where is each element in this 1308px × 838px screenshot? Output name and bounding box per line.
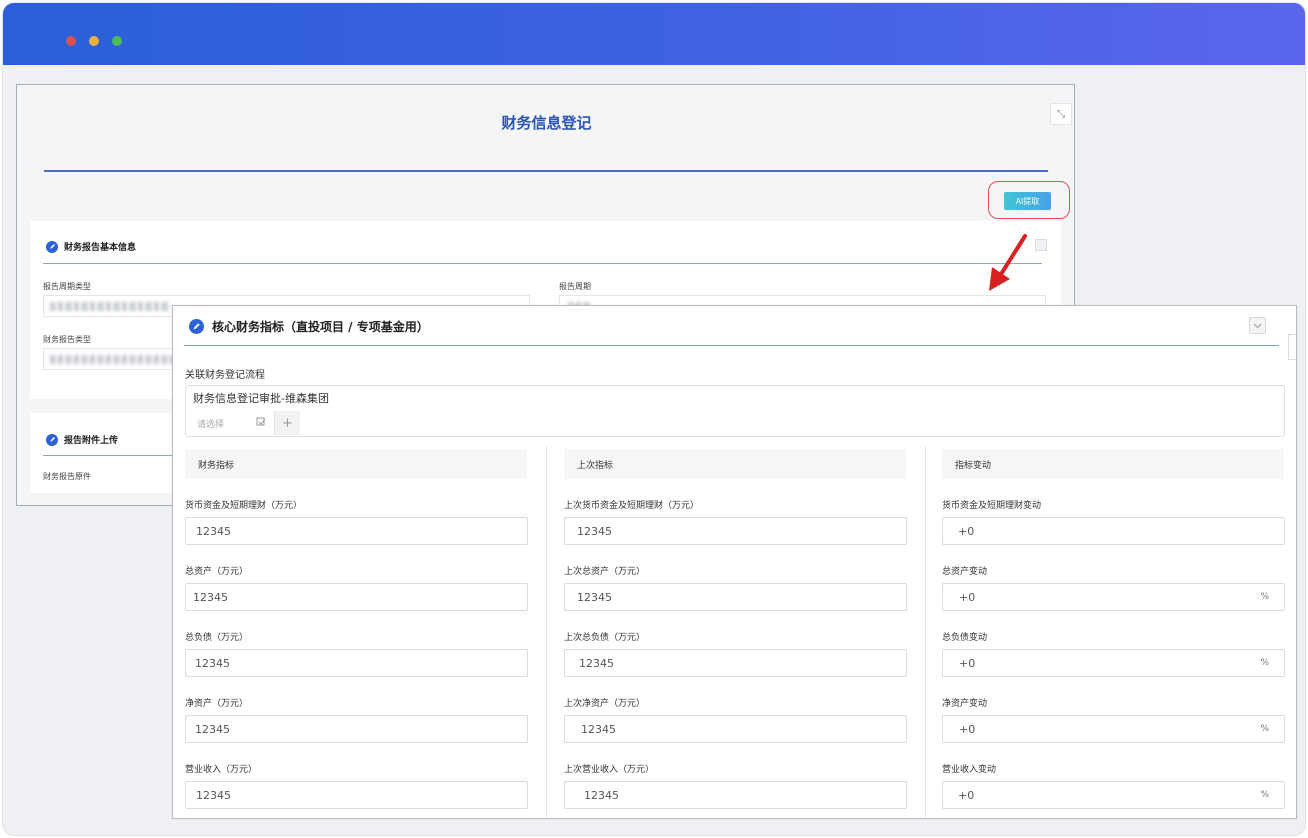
previous-revenue-input[interactable]: 12345: [564, 781, 907, 809]
side-handle[interactable]: [1288, 334, 1296, 360]
change-value: +0: [958, 788, 975, 802]
current-assets-input[interactable]: 12345: [185, 583, 528, 611]
field-label: 货币资金及短期理财（万元）: [185, 501, 303, 511]
panel-heading: 核心财务指标（直投项目 / 专项基金用）: [189, 318, 429, 335]
column-divider: [925, 446, 926, 818]
pen-circle-icon: [189, 319, 204, 334]
field-label: 上次净资产（万元）: [564, 699, 646, 709]
panel-title: 核心财务指标（直投项目 / 专项基金用）: [212, 320, 429, 334]
select-icon[interactable]: [256, 417, 266, 430]
plus-icon[interactable]: +: [274, 411, 300, 435]
net-assets-change-input[interactable]: +0 %: [942, 715, 1285, 743]
current-net-assets-input[interactable]: 12345: [185, 715, 528, 743]
title-divider: [44, 170, 1048, 172]
field-label: 营业收入变动: [942, 765, 997, 775]
field-label: 营业收入（万元）: [185, 765, 258, 775]
flow-selector[interactable]: 财务信息登记审批-维森集团 请选择 +: [185, 385, 1285, 437]
report-type-select[interactable]: [43, 348, 183, 370]
previous-liabilities-input[interactable]: 12345: [564, 649, 907, 677]
field-label: 上次营业收入（万元）: [564, 765, 655, 775]
field-label: 财务报告类型: [43, 335, 91, 344]
pen-circle-icon: [46, 433, 58, 446]
window-titlebar: [3, 3, 1305, 65]
field-label: 上次总资产（万元）: [564, 567, 646, 577]
chevron-down-icon[interactable]: [1249, 317, 1266, 334]
panel-divider: [184, 345, 1279, 346]
field-label: 总负债变动: [942, 633, 988, 643]
section-title: 财务报告基本信息: [64, 243, 137, 253]
column-header-change: 指标变动: [942, 449, 1284, 479]
field-label: 总负债（万元）: [185, 633, 249, 643]
minimize-dot-icon[interactable]: [89, 36, 99, 46]
flow-label: 关联财务登记流程: [185, 370, 265, 381]
app-frame: 财务信息登记 ⤡ AI提取 财务报告基本信息 报告周期类型 报告周期 财务报告类…: [2, 2, 1306, 836]
change-value: +0: [959, 656, 976, 670]
flow-value: 财务信息登记审批-维森集团: [193, 392, 329, 405]
redacted-value: [50, 355, 176, 364]
redacted-value: [50, 302, 170, 311]
field-label: 总资产变动: [942, 567, 988, 577]
flow-placeholder[interactable]: 请选择: [197, 417, 224, 430]
attachments-heading: 报告附件上传: [46, 433, 118, 446]
field-label: 货币资金及短期理财变动: [942, 501, 1042, 511]
revenue-change-input[interactable]: +0 %: [942, 781, 1285, 809]
change-value: +0: [958, 524, 975, 538]
unit-label: %: [1260, 790, 1269, 800]
field-label: 总资产（万元）: [185, 567, 249, 577]
liabilities-change-input[interactable]: +0 %: [942, 649, 1285, 677]
field-label: 报告周期: [559, 282, 591, 291]
expand-icon[interactable]: ⤡: [1050, 103, 1072, 125]
field-label: 报告周期类型: [43, 282, 91, 291]
field-label: 净资产（万元）: [185, 699, 249, 709]
column-divider: [546, 446, 547, 818]
section-divider: [43, 455, 173, 456]
previous-cash-input[interactable]: 12345: [564, 517, 907, 545]
current-cash-input[interactable]: 12345: [185, 517, 528, 545]
previous-net-assets-input[interactable]: 12345: [564, 715, 907, 743]
previous-assets-input[interactable]: 12345: [564, 583, 907, 611]
close-dot-icon[interactable]: [66, 36, 76, 46]
basic-info-heading: 财务报告基本信息: [46, 240, 136, 253]
field-label: 上次总负债（万元）: [564, 633, 646, 643]
cash-change-input[interactable]: +0: [942, 517, 1285, 545]
current-revenue-input[interactable]: 12345: [185, 781, 528, 809]
change-value: +0: [959, 590, 976, 604]
field-label: 财务报告原件: [43, 472, 91, 481]
section-divider: [43, 263, 1042, 264]
pointer-arrow-icon: [989, 234, 1027, 291]
section-title: 报告附件上传: [64, 436, 119, 446]
column-header-current: 财务指标: [185, 449, 527, 479]
pen-circle-icon: [46, 240, 58, 253]
page-title: 财务信息登记: [501, 114, 592, 132]
field-label: 净资产变动: [942, 699, 988, 709]
ai-extract-button[interactable]: AI提取: [1004, 192, 1051, 210]
column-header-previous: 上次指标: [564, 449, 906, 479]
field-label: 上次货币资金及短期理财（万元）: [564, 501, 700, 511]
chevron-down-icon[interactable]: [1035, 239, 1047, 251]
unit-label: %: [1260, 658, 1269, 668]
core-metrics-panel: 核心财务指标（直投项目 / 专项基金用） 关联财务登记流程 财务信息登记审批-维…: [172, 305, 1297, 819]
current-liabilities-input[interactable]: 12345: [185, 649, 528, 677]
assets-change-input[interactable]: +0 %: [942, 583, 1285, 611]
maximize-dot-icon[interactable]: [112, 36, 122, 46]
unit-label: %: [1260, 592, 1269, 602]
change-value: +0: [959, 722, 976, 736]
unit-label: %: [1260, 724, 1269, 734]
